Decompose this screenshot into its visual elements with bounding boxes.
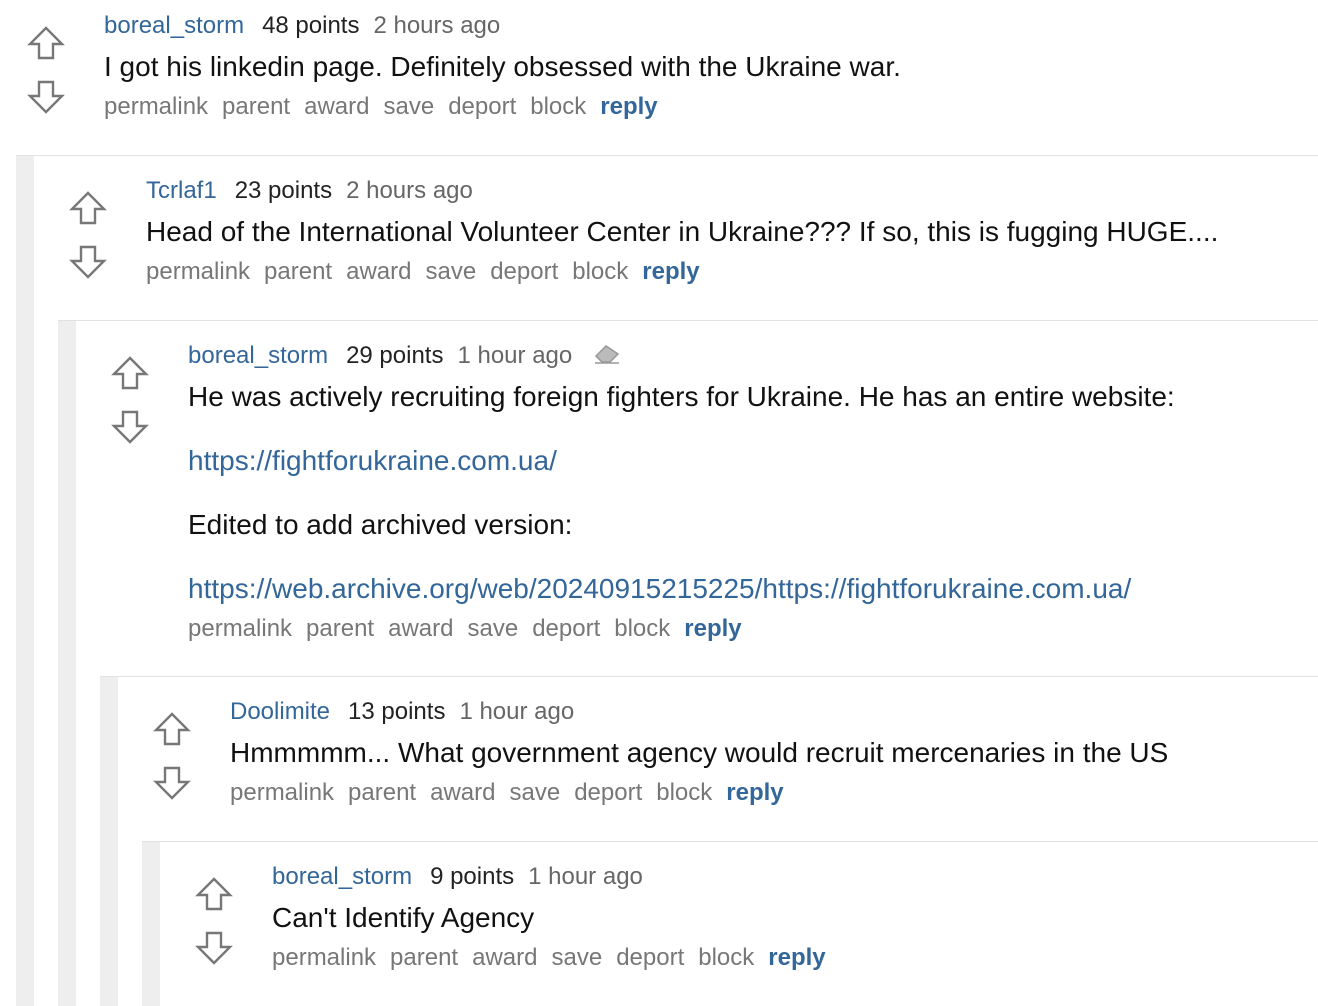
comment-tagline: Doolimite 13 points 1 hour ago <box>230 697 1168 727</box>
comment: boreal_storm 48 points 2 hours ago I got h… <box>104 11 901 123</box>
save-button[interactable]: save <box>551 944 602 971</box>
author-link[interactable]: boreal_storm <box>272 863 412 890</box>
comment-actions: permalink parent award save deport block reply <box>230 777 1168 809</box>
author-link[interactable]: boreal_storm <box>188 342 328 369</box>
comment: Doolimite 13 points 1 hour ago Hmmmmm... W… <box>230 697 1168 809</box>
award-button[interactable]: award <box>472 944 537 971</box>
up-arrow-icon[interactable] <box>68 189 108 229</box>
down-arrow-icon[interactable] <box>68 241 108 281</box>
comment: boreal_storm 29 points 1 hour ago He was a… <box>188 341 1175 645</box>
comment-actions: permalink parent award save deport block reply <box>188 613 1175 645</box>
timestamp: 2 hours ago <box>346 177 473 204</box>
score: 9 points <box>430 863 515 890</box>
nesting-rail[interactable] <box>58 320 76 1006</box>
deport-button[interactable]: deport <box>490 258 558 285</box>
timestamp: 1 hour ago <box>457 342 573 369</box>
comment-actions: permalink parent award save deport block reply <box>146 256 1218 288</box>
timestamp: 1 hour ago <box>459 698 575 725</box>
comment-paragraph: Head of the International Volunteer Cent… <box>146 216 1219 247</box>
comment-tagline: boreal_storm 9 points 1 hour ago <box>272 862 840 892</box>
comment-divider <box>142 841 1318 842</box>
save-button[interactable]: save <box>467 615 518 642</box>
permalink-button[interactable]: permalink <box>104 93 208 120</box>
comment-actions: permalink parent award save deport block reply <box>104 91 901 123</box>
nesting-rail[interactable] <box>142 841 160 1006</box>
down-arrow-icon[interactable] <box>152 762 192 802</box>
down-arrow-icon[interactable] <box>194 927 234 967</box>
deport-button[interactable]: deport <box>616 944 684 971</box>
website-link[interactable]: https://fightforukraine.com.ua/ <box>188 445 557 476</box>
permalink-button[interactable]: permalink <box>188 615 292 642</box>
deport-button[interactable]: deport <box>574 779 642 806</box>
comment: Tcrlaf1 23 points 2 hours ago Head of the … <box>146 176 1218 288</box>
author-link[interactable]: boreal_storm <box>104 12 244 39</box>
comment-paragraph: Edited to add archived version: <box>188 509 573 540</box>
timestamp: 1 hour ago <box>528 863 643 890</box>
award-button[interactable]: award <box>430 779 495 806</box>
parent-button[interactable]: parent <box>222 93 290 120</box>
comment-paragraph: I got his linkedin page. Definitely obse… <box>104 51 901 82</box>
comment-tagline: boreal_storm 48 points 2 hours ago <box>104 11 901 41</box>
block-button[interactable]: block <box>530 93 586 120</box>
reply-button[interactable]: reply <box>768 944 825 971</box>
comment-paragraph: Hmmmmm... What government agency would r… <box>230 737 1169 768</box>
reply-button[interactable]: reply <box>726 779 783 806</box>
reply-button[interactable]: reply <box>642 258 699 285</box>
comment-divider <box>58 320 1318 321</box>
nesting-rail[interactable] <box>100 676 118 1006</box>
award-button[interactable]: award <box>388 615 453 642</box>
block-button[interactable]: block <box>698 944 754 971</box>
block-button[interactable]: block <box>656 779 712 806</box>
award-button[interactable]: award <box>346 258 411 285</box>
up-arrow-icon[interactable] <box>26 24 66 64</box>
comment-divider <box>16 155 1318 156</box>
comment-text: Hmmmmm... What government agency would r… <box>230 735 1168 771</box>
up-arrow-icon[interactable] <box>194 875 234 915</box>
down-arrow-icon[interactable] <box>26 76 66 116</box>
up-arrow-icon[interactable] <box>152 710 192 750</box>
archive-link[interactable]: https://web.archive.org/web/202409152152… <box>188 573 1131 604</box>
reply-button[interactable]: reply <box>684 615 741 642</box>
comment-tagline: Tcrlaf1 23 points 2 hours ago <box>146 176 1218 206</box>
comment-tagline: boreal_storm 29 points 1 hour ago <box>188 341 1175 371</box>
block-button[interactable]: block <box>614 615 670 642</box>
author-link[interactable]: Doolimite <box>230 698 330 725</box>
comment: boreal_storm 9 points 1 hour ago Can't Ide… <box>272 862 840 974</box>
parent-button[interactable]: parent <box>264 258 332 285</box>
save-button[interactable]: save <box>383 93 434 120</box>
reply-button[interactable]: reply <box>600 93 657 120</box>
up-arrow-icon[interactable] <box>110 354 150 394</box>
comment-paragraph: Can't Identify Agency <box>272 902 535 933</box>
parent-button[interactable]: parent <box>390 944 458 971</box>
deport-button[interactable]: deport <box>448 93 516 120</box>
permalink-button[interactable]: permalink <box>146 258 250 285</box>
parent-button[interactable]: parent <box>306 615 374 642</box>
down-arrow-icon[interactable] <box>110 406 150 446</box>
nesting-rail[interactable] <box>16 155 34 1006</box>
save-button[interactable]: save <box>509 779 560 806</box>
save-button[interactable]: save <box>425 258 476 285</box>
permalink-button[interactable]: permalink <box>230 779 334 806</box>
score: 23 points <box>234 177 333 204</box>
comment-divider <box>100 676 1318 677</box>
comment-actions: permalink parent award save deport block reply <box>272 942 840 974</box>
timestamp: 2 hours ago <box>373 12 501 39</box>
score: 29 points <box>346 342 444 369</box>
eraser-icon <box>592 342 622 366</box>
comment-text: Can't Identify Agency <box>272 900 840 936</box>
comment-text: I got his linkedin page. Definitely obse… <box>104 49 901 85</box>
award-button[interactable]: award <box>304 93 369 120</box>
permalink-button[interactable]: permalink <box>272 944 376 971</box>
score: 48 points <box>262 12 360 39</box>
comment-thread: boreal_storm 48 points 2 hours ago I got h… <box>0 0 1318 1006</box>
comment-text: He was actively recruiting foreign fight… <box>188 379 1175 607</box>
deport-button[interactable]: deport <box>532 615 600 642</box>
comment-text: Head of the International Volunteer Cent… <box>146 214 1218 250</box>
block-button[interactable]: block <box>572 258 628 285</box>
author-link[interactable]: Tcrlaf1 <box>146 177 217 204</box>
score: 13 points <box>348 698 446 725</box>
comment-paragraph: He was actively recruiting foreign fight… <box>188 381 1175 412</box>
parent-button[interactable]: parent <box>348 779 416 806</box>
